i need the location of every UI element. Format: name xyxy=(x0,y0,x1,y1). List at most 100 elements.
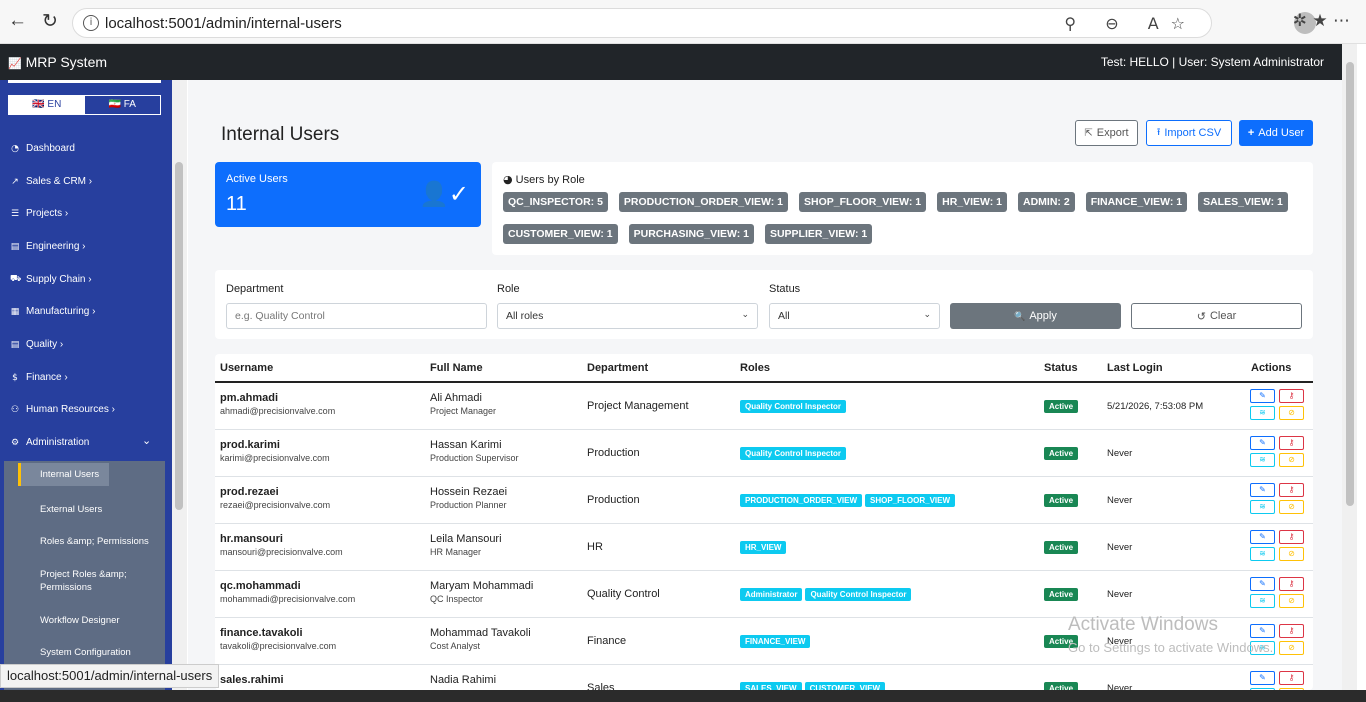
page-scrollbar[interactable] xyxy=(1342,44,1357,690)
column-header-roles[interactable]: Roles xyxy=(740,362,770,374)
status-badge: Active xyxy=(1044,541,1079,554)
ban-icon[interactable]: ⊘ xyxy=(1279,547,1304,561)
address-url[interactable]: localhost:5001/admin/internal-users xyxy=(105,15,342,32)
table-row[interactable]: pm.ahmadi ahmadi@precisionvalve.com Ali Ah… xyxy=(215,383,1313,430)
main-content: Internal Users ⇱ Export ⭱ Import CSV + A… xyxy=(188,80,1342,690)
edit-icon[interactable]: ✎ xyxy=(1250,483,1275,497)
sidebar-item-manufacturing[interactable]: ▦ Manufacturing › xyxy=(10,306,96,317)
column-header-full-name[interactable]: Full Name xyxy=(430,362,483,374)
reload-icon[interactable]: ↻ xyxy=(42,10,58,33)
page-scrollbar-thumb[interactable] xyxy=(1346,62,1354,506)
full-name-cell: Ali Ahmadi Project Manager xyxy=(430,392,496,416)
sidebar-subitem-workflow-designer[interactable]: Workflow Designer xyxy=(40,615,120,626)
full-name: Mohammad Tavakoli xyxy=(430,627,531,639)
sidebar-item-sales-crm[interactable]: ↗ Sales & CRM › xyxy=(10,176,92,187)
address-bar-tools-icon[interactable]: ⚲ ⊖ A☆ xyxy=(1064,14,1197,33)
wifi-icon[interactable]: ≋ xyxy=(1250,594,1275,608)
roles-cell: PRODUCTION_ORDER_VIEW SHOP_FLOOR_VIEW xyxy=(740,494,956,507)
edit-icon[interactable]: ✎ xyxy=(1250,436,1275,450)
export-button[interactable]: ⇱ Export xyxy=(1075,120,1138,146)
wifi-icon[interactable]: ≋ xyxy=(1250,547,1275,561)
key-icon[interactable]: ⚷ xyxy=(1279,389,1304,403)
edit-icon[interactable]: ✎ xyxy=(1250,671,1275,685)
sidebar-item-dashboard[interactable]: ◔ Dashboard xyxy=(10,143,75,154)
sidebar-subitem-project-roles[interactable]: Project Roles &amp; xyxy=(40,569,127,580)
address-bar[interactable]: i localhost:5001/admin/internal-users ⚲ … xyxy=(72,8,1212,38)
username-cell: pm.ahmadi ahmadi@precisionvalve.com xyxy=(220,392,335,416)
role-count-badge: SHOP_FLOOR_VIEW: 1 xyxy=(799,192,927,212)
add-user-button[interactable]: + Add User xyxy=(1239,120,1313,146)
role-select[interactable]: All roles ⌄ xyxy=(497,303,758,329)
key-icon[interactable]: ⚷ xyxy=(1279,624,1304,638)
lang-fa-button[interactable]: 🇮🇷 FA xyxy=(85,96,161,114)
sidebar-scrollbar[interactable] xyxy=(172,80,187,690)
key-icon[interactable]: ⚷ xyxy=(1279,577,1304,591)
site-info-icon[interactable]: i xyxy=(83,15,99,31)
sidebar-item-supply-chain[interactable]: ⛟ Supply Chain › xyxy=(10,274,92,285)
sidebar-item-human-resources[interactable]: ⚇ Human Resources › xyxy=(10,404,115,415)
edit-icon[interactable]: ✎ xyxy=(1250,577,1275,591)
full-name: Hossein Rezaei xyxy=(430,486,508,498)
last-login-cell: Never xyxy=(1107,683,1133,690)
full-name-cell: Hossein Rezaei Production Planner xyxy=(430,486,507,510)
apply-button[interactable]: 🔍 Apply xyxy=(950,303,1121,329)
ban-icon[interactable]: ⊘ xyxy=(1279,453,1304,467)
clear-button[interactable]: ↺ Clear xyxy=(1131,303,1302,329)
watermark-line1: Activate Windows xyxy=(1068,614,1218,635)
sidebar-subitem-roles-permissions[interactable]: Roles &amp; Permissions xyxy=(40,536,149,547)
sidebar-item-projects[interactable]: ☰ Projects › xyxy=(10,208,68,219)
status-select[interactable]: All ⌄ xyxy=(769,303,940,329)
sidebar-subitem-external-users[interactable]: External Users xyxy=(40,504,102,515)
table-row[interactable]: prod.rezaei rezaei@precisionvalve.com Hoss… xyxy=(215,477,1313,524)
lang-en-button[interactable]: 🇬🇧 EN xyxy=(9,96,85,114)
key-icon[interactable]: ⚷ xyxy=(1279,530,1304,544)
table-row[interactable]: prod.karimi karimi@precisionvalve.com Hass… xyxy=(215,430,1313,477)
sidebar-item-quality[interactable]: ▤ Quality › xyxy=(10,339,64,350)
column-header-username[interactable]: Username xyxy=(220,362,273,374)
status-badge: Active xyxy=(1044,447,1079,460)
edit-icon[interactable]: ✎ xyxy=(1250,389,1275,403)
brand[interactable]: 📈 MRP System xyxy=(8,54,107,70)
email: ahmadi@precisionvalve.com xyxy=(220,406,336,416)
last-login-cell: Never xyxy=(1107,542,1133,553)
import-csv-button[interactable]: ⭱ Import CSV xyxy=(1146,120,1232,146)
column-header-last-login[interactable]: Last Login xyxy=(1107,362,1163,374)
job-title: Production Supervisor xyxy=(430,453,519,463)
column-header-department[interactable]: Department xyxy=(587,362,648,374)
wifi-icon[interactable]: ≋ xyxy=(1250,500,1275,514)
wifi-icon[interactable]: ≋ xyxy=(1250,453,1275,467)
role-badge: FINANCE_VIEW xyxy=(740,635,811,648)
role-count-badge: ADMIN: 2 xyxy=(1018,192,1075,212)
user-check-icon: 👤✓ xyxy=(419,180,469,208)
table-row[interactable]: hr.mansouri mansouri@precisionvalve.com Le… xyxy=(215,524,1313,571)
sidebar-subitem-internal-users[interactable]: Internal Users xyxy=(18,463,110,486)
back-icon[interactable]: ← xyxy=(8,10,27,32)
wifi-icon[interactable]: ≋ xyxy=(1250,406,1275,420)
table-row[interactable]: sales.rahimi Nadia Rahimi Sales SALES_VIEW C… xyxy=(215,665,1313,690)
username: qc.mohammadi xyxy=(220,580,301,592)
sidebar-subitem-project-roles-line2[interactable]: Permissions xyxy=(40,582,92,593)
sidebar-item-finance[interactable]: $ Finance › xyxy=(10,372,68,383)
ban-icon[interactable]: ⊘ xyxy=(1279,406,1304,420)
department-input[interactable]: e.g. Quality Control xyxy=(226,303,487,329)
sidebar-item-administration[interactable]: ⚙ Administration ⌄ xyxy=(10,434,160,448)
ban-icon[interactable]: ⊘ xyxy=(1279,500,1304,514)
full-name-cell: Leila Mansouri HR Manager xyxy=(430,533,502,557)
edit-icon[interactable]: ✎ xyxy=(1250,530,1275,544)
key-icon[interactable]: ⚷ xyxy=(1279,483,1304,497)
job-title: HR Manager xyxy=(430,547,482,557)
sidebar-subitem-system-configuration[interactable]: System Configuration xyxy=(40,647,131,658)
key-icon[interactable]: ⚷ xyxy=(1279,671,1304,685)
sidebar-item-engineering[interactable]: ▤ Engineering › xyxy=(10,241,86,252)
ban-icon[interactable]: ⊘ xyxy=(1279,594,1304,608)
table-row[interactable]: qc.mohammadi mohammadi@precisionvalve.com… xyxy=(215,571,1313,618)
column-header-status[interactable]: Status xyxy=(1044,362,1078,374)
username-cell: prod.karimi karimi@precisionvalve.com xyxy=(220,439,330,463)
sidebar-scrollbar-thumb[interactable] xyxy=(175,162,183,510)
browser-menu-icon[interactable]: ✲ ★ ⋯ xyxy=(1293,11,1350,31)
department-label: Department xyxy=(226,283,284,295)
key-icon[interactable]: ⚷ xyxy=(1279,436,1304,450)
status-badge: Active xyxy=(1044,494,1079,507)
current-user-info: Test: HELLO | User: System Administrator xyxy=(1100,55,1324,69)
ban-icon[interactable]: ⊘ xyxy=(1279,641,1304,655)
